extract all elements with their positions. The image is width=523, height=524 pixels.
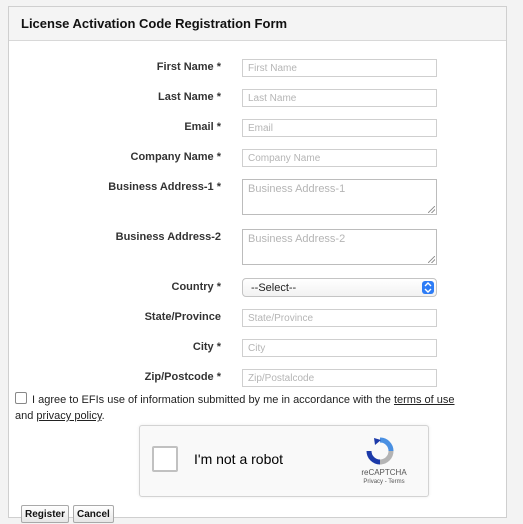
last-name-label: Last Name *: [158, 91, 221, 103]
country-select[interactable]: --Select--: [242, 278, 437, 297]
email-input[interactable]: [242, 119, 437, 137]
agreement-and: and: [15, 410, 37, 422]
state-label: State/Province: [144, 311, 221, 323]
state-input[interactable]: [242, 309, 437, 327]
terms-of-use-link[interactable]: terms of use: [394, 394, 455, 406]
recaptcha-checkbox[interactable]: [152, 446, 178, 472]
email-label: Email *: [184, 121, 221, 133]
city-label: City *: [192, 341, 221, 353]
last-name-input[interactable]: [242, 89, 437, 107]
agreement-text-before: I agree to EFIs use of information submi…: [32, 394, 394, 406]
agreement-text: I agree to EFIs use of information submi…: [15, 392, 495, 424]
agreement-text-after: .: [101, 410, 105, 422]
zip-label: Zip/Postcode *: [144, 371, 221, 383]
business-address-1-label: Business Address-1 *: [108, 181, 221, 193]
registration-form: License Activation Code Registration For…: [8, 6, 507, 523]
city-input[interactable]: [242, 339, 437, 357]
form-title: License Activation Code Registration For…: [21, 16, 288, 31]
recaptcha-widget: I'm not a robot reCAPTCHA Privacy - Term…: [139, 425, 429, 497]
company-name-input[interactable]: [242, 149, 437, 167]
company-name-label: Company Name *: [130, 151, 221, 163]
business-address-2-input[interactable]: [242, 229, 437, 265]
first-name-input[interactable]: [242, 59, 437, 77]
first-name-label: First Name *: [156, 61, 221, 73]
cancel-button[interactable]: Cancel: [73, 505, 114, 523]
recaptcha-logo-icon: [365, 436, 395, 471]
zip-input[interactable]: [242, 369, 437, 387]
recaptcha-label: I'm not a robot: [194, 451, 284, 467]
country-selected-value: --Select--: [251, 282, 297, 294]
business-address-1-input[interactable]: [242, 179, 437, 215]
select-arrows-icon: [422, 281, 434, 294]
privacy-policy-link[interactable]: privacy policy: [36, 410, 101, 422]
agree-checkbox[interactable]: [15, 392, 27, 404]
recaptcha-privacy-terms[interactable]: Privacy - Terms: [354, 479, 414, 485]
recaptcha-brand: reCAPTCHA: [361, 468, 407, 477]
country-label: Country *: [171, 281, 222, 293]
business-address-2-label: Business Address-2: [115, 231, 221, 243]
register-button[interactable]: Register: [21, 505, 70, 523]
form-header: License Activation Code Registration For…: [9, 7, 506, 41]
